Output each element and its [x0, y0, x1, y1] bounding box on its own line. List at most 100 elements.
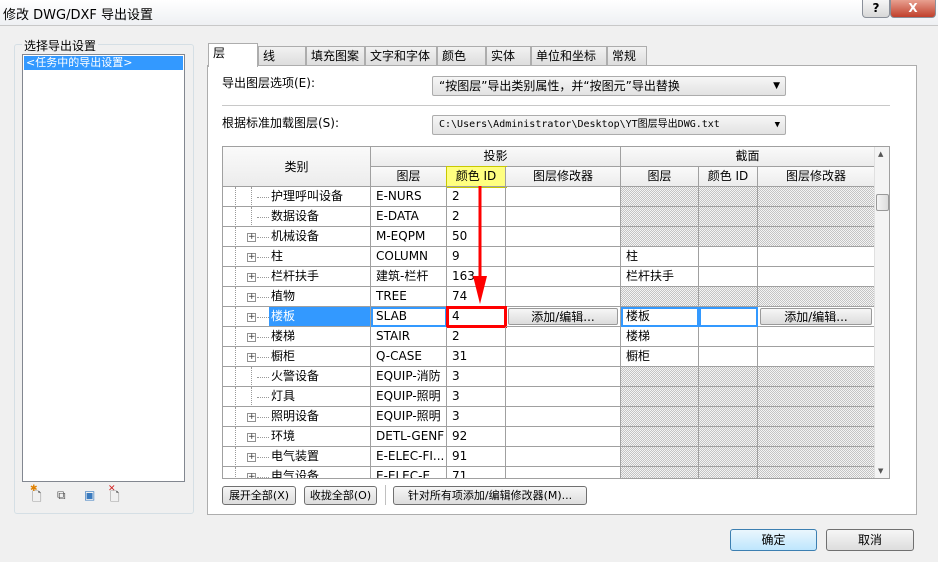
layer-cell[interactable]: Q-CASE: [371, 347, 447, 367]
modifier-cell[interactable]: [506, 287, 621, 307]
modifier-cell[interactable]: [506, 387, 621, 407]
category-cell[interactable]: + 柱: [223, 247, 371, 267]
expand-all-button[interactable]: 展开全部(X): [222, 486, 296, 505]
layer-cell[interactable]: E-ELEC-FI...: [371, 447, 447, 467]
modifier-cell[interactable]: [506, 247, 621, 267]
layer-cell[interactable]: E-NURS: [371, 187, 447, 207]
color-id-cell[interactable]: 2: [447, 327, 506, 347]
tab-2[interactable]: 填充图案: [306, 46, 365, 66]
duplicate-icon[interactable]: ⧉: [57, 488, 71, 504]
layer-cell[interactable]: EQUIP-照明: [371, 407, 447, 427]
modifier-cell[interactable]: [506, 207, 621, 227]
tab-4[interactable]: 颜色: [437, 46, 486, 66]
header-projection-color[interactable]: 颜色 ID: [446, 166, 507, 188]
modifier-cell[interactable]: [506, 407, 621, 427]
category-cell[interactable]: + 橱柜: [223, 347, 371, 367]
tab-1[interactable]: 线: [258, 46, 306, 66]
expand-icon[interactable]: +: [247, 253, 256, 262]
category-cell[interactable]: 护理呼叫设备: [223, 187, 371, 207]
modifier-cell[interactable]: [506, 227, 621, 247]
cut-color-cell[interactable]: [699, 327, 758, 347]
category-cell[interactable]: + 楼板: [223, 307, 371, 327]
modifier-cell[interactable]: [506, 367, 621, 387]
expand-icon[interactable]: +: [247, 313, 256, 322]
cut-layer-cell[interactable]: 楼板: [621, 307, 699, 327]
cut-modifier-cell[interactable]: [758, 267, 875, 287]
cut-layer-cell[interactable]: 柱: [621, 247, 699, 267]
cancel-button[interactable]: 取消: [826, 529, 914, 551]
color-id-cell[interactable]: 91: [447, 447, 506, 467]
header-category[interactable]: 类别: [223, 147, 371, 187]
close-button[interactable]: X: [890, 0, 936, 18]
expand-icon[interactable]: +: [247, 353, 256, 362]
cut-modifier-cell[interactable]: [758, 247, 875, 267]
color-id-cell[interactable]: 3: [447, 407, 506, 427]
tab-3[interactable]: 文字和字体: [365, 46, 437, 66]
cut-color-cell[interactable]: [699, 307, 758, 327]
category-cell[interactable]: + 楼梯: [223, 327, 371, 347]
cut-color-cell[interactable]: [699, 247, 758, 267]
category-cell[interactable]: + 环境: [223, 427, 371, 447]
tab-7[interactable]: 常规: [607, 46, 647, 66]
category-cell[interactable]: 火警设备: [223, 367, 371, 387]
export-layer-options-select[interactable]: “按图层”导出类别属性，并“按图元”导出替换 ▼: [432, 76, 786, 96]
tab-6[interactable]: 单位和坐标: [531, 46, 607, 66]
modifier-cell[interactable]: [506, 447, 621, 467]
delete-icon[interactable]: 🗋 ✕: [108, 484, 124, 504]
expand-icon[interactable]: +: [247, 433, 256, 442]
expand-icon[interactable]: +: [247, 453, 256, 462]
header-cut-layer[interactable]: 图层: [621, 167, 699, 187]
header-cut-color[interactable]: 颜色 ID: [699, 167, 758, 187]
expand-icon[interactable]: +: [247, 413, 256, 422]
add-edit-cut-modifier-button[interactable]: 添加/编辑...: [760, 308, 872, 325]
layer-cell[interactable]: E-ELEC-E: [371, 467, 447, 478]
scroll-down-icon[interactable]: ▼: [878, 467, 883, 475]
expand-icon[interactable]: +: [247, 473, 256, 478]
rename-icon[interactable]: ▣: [84, 488, 98, 504]
expand-icon[interactable]: +: [247, 333, 256, 342]
color-id-cell[interactable]: 71: [447, 467, 506, 478]
cut-layer-cell[interactable]: 栏杆扶手: [621, 267, 699, 287]
color-id-cell[interactable]: 4: [446, 306, 507, 328]
export-setup-list[interactable]: <任务中的导出设置>: [22, 54, 185, 482]
layer-cell[interactable]: COLUMN: [371, 247, 447, 267]
color-id-cell[interactable]: 3: [447, 387, 506, 407]
tab-5[interactable]: 实体: [486, 46, 531, 66]
layer-cell[interactable]: STAIR: [371, 327, 447, 347]
modifier-cell[interactable]: 添加/编辑...: [506, 307, 621, 327]
layer-cell[interactable]: SLAB: [371, 307, 447, 327]
cut-color-cell[interactable]: [699, 267, 758, 287]
cut-modifier-cell[interactable]: [758, 347, 875, 367]
cut-layer-cell[interactable]: 楼梯: [621, 327, 699, 347]
scroll-up-icon[interactable]: ▲: [878, 150, 883, 158]
category-cell[interactable]: + 栏杆扶手: [223, 267, 371, 287]
ok-button[interactable]: 确定: [730, 529, 817, 551]
layer-cell[interactable]: M-EQPM: [371, 227, 447, 247]
color-id-cell[interactable]: 92: [447, 427, 506, 447]
header-projection-modifier[interactable]: 图层修改器: [506, 167, 621, 187]
header-projection-layer[interactable]: 图层: [371, 167, 447, 187]
tab-0[interactable]: 层: [208, 43, 258, 67]
layer-cell[interactable]: EQUIP-照明: [371, 387, 447, 407]
modifier-cell[interactable]: [506, 327, 621, 347]
expand-icon[interactable]: +: [247, 293, 256, 302]
export-setup-item[interactable]: <任务中的导出设置>: [24, 56, 183, 70]
modifier-cell[interactable]: [506, 187, 621, 207]
cut-layer-cell[interactable]: 橱柜: [621, 347, 699, 367]
modifier-cell[interactable]: [506, 467, 621, 478]
scroll-thumb[interactable]: [876, 194, 889, 211]
load-layers-select[interactable]: C:\Users\Administrator\Desktop\YT图层导出DWG…: [432, 115, 786, 135]
color-id-cell[interactable]: 3: [447, 367, 506, 387]
layer-cell[interactable]: TREE: [371, 287, 447, 307]
modify-all-button[interactable]: 针对所有项添加/编辑修改器(M)...: [393, 486, 587, 505]
modifier-cell[interactable]: [506, 347, 621, 367]
category-cell[interactable]: 数据设备: [223, 207, 371, 227]
add-edit-modifier-button[interactable]: 添加/编辑...: [508, 308, 618, 325]
modifier-cell[interactable]: [506, 427, 621, 447]
cut-modifier-cell[interactable]: [758, 327, 875, 347]
color-id-cell[interactable]: 31: [447, 347, 506, 367]
category-cell[interactable]: + 植物: [223, 287, 371, 307]
layer-cell[interactable]: E-DATA: [371, 207, 447, 227]
category-cell[interactable]: + 电气设备: [223, 467, 371, 478]
header-cut-modifier[interactable]: 图层修改器: [758, 167, 875, 187]
